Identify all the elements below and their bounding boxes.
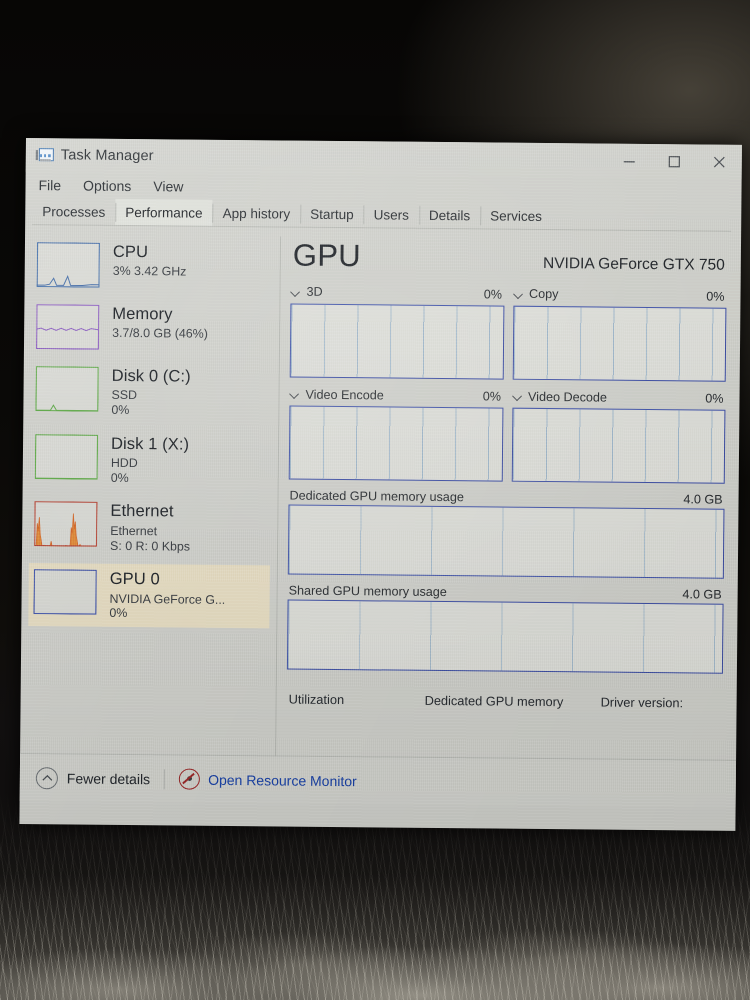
resource-sidebar: CPU 3% 3.42 GHz Memory 3.7/8.0 GB (46%) (20, 225, 273, 755)
chevron-down-icon[interactable] (291, 390, 300, 399)
engine-label-copy[interactable]: Copy 0% (513, 287, 727, 306)
sidebar-item-cpu[interactable]: CPU 3% 3.42 GHz (32, 236, 274, 295)
sidebar-label-ethernet: Ethernet (110, 502, 174, 521)
tab-startup[interactable]: Startup (300, 201, 364, 229)
minimize-button[interactable] (607, 144, 652, 178)
engine-value-video-encode: 0% (482, 389, 502, 404)
sidebar-sub-cpu: 3% 3.42 GHz (112, 264, 187, 280)
engine-graph-3d (289, 303, 504, 380)
engine-label-video-encode[interactable]: Video Encode 0% (289, 379, 503, 406)
tab-services[interactable]: Services (480, 202, 552, 230)
sidebar-label-disk0: Disk 0 (C:) (111, 366, 191, 386)
shield-prohibited-icon: ● (179, 768, 201, 790)
sidebar-sub-disk0: SSD (111, 388, 138, 403)
sidebar-sub-gpu0: NVIDIA GeForce G... (109, 591, 226, 607)
shared-memory-max: 4.0 GB (682, 587, 722, 602)
engine-graph-video-decode (511, 407, 726, 484)
sidebar-label-gpu0: GPU 0 (109, 569, 160, 589)
status-divider (164, 768, 166, 789)
chevron-down-icon[interactable] (514, 289, 523, 298)
engine-graph-grid: 3D 0% Copy 0% Video Encode 0% Video Deco… (288, 285, 727, 484)
memory-sparkline (35, 304, 100, 350)
shared-memory-graph (286, 599, 724, 674)
disk0-sparkline (35, 366, 99, 412)
sidebar-sub-disk1: HDD (110, 456, 138, 471)
disk1-sparkline (34, 433, 99, 480)
stat-label-utilization: Utilization (288, 691, 345, 708)
fewer-details-button[interactable]: Fewer details (35, 766, 151, 790)
shared-memory-label: Shared GPU memory usage (288, 583, 447, 600)
open-resource-monitor-link[interactable]: ● Open Resource Monitor (179, 768, 357, 791)
tab-processes[interactable]: Processes (32, 198, 115, 226)
maximize-button[interactable] (652, 144, 697, 178)
sidebar-item-gpu0[interactable]: GPU 0 NVIDIA GeForce G... 0% (28, 563, 270, 629)
engine-name-3d: 3D (306, 284, 323, 299)
engine-label-3d[interactable]: 3D 0% (290, 285, 504, 304)
menu-item-view[interactable]: View (153, 178, 183, 194)
engine-value-video-decode: 0% (705, 391, 724, 406)
cpu-sparkline (36, 242, 100, 288)
tab-app-history[interactable]: App history (212, 200, 300, 228)
gpu0-sparkline (33, 569, 97, 615)
gpu-model: NVIDIA GeForce GTX 750 (542, 254, 725, 274)
chevron-up-circle-icon (35, 766, 58, 789)
engine-name-video-encode: Video Encode (305, 387, 384, 402)
stat-label-dedicated-gpu-memory: Dedicated GPU memory (424, 692, 564, 710)
menu-item-options[interactable]: Options (83, 178, 131, 194)
menu-item-file[interactable]: File (38, 177, 61, 193)
engine-graph-copy (512, 305, 727, 382)
engine-name-copy: Copy (528, 286, 559, 302)
close-button[interactable] (697, 144, 742, 178)
dedicated-memory-label: Dedicated GPU memory usage (289, 488, 464, 505)
sidebar-sub2-gpu0: 0% (109, 606, 128, 621)
chevron-down-icon[interactable] (291, 287, 300, 296)
engine-value-copy: 0% (706, 289, 725, 304)
sidebar-sub-memory: 3.7/8.0 GB (46%) (112, 326, 208, 342)
open-resource-monitor-label: Open Resource Monitor (208, 771, 357, 789)
sidebar-sub2-disk1: 0% (110, 470, 129, 485)
engine-graph-video-encode (288, 405, 503, 482)
sidebar-sub2-disk0: 0% (111, 402, 130, 418)
sidebar-item-memory[interactable]: Memory 3.7/8.0 GB (46%) (31, 298, 273, 357)
sidebar-item-ethernet[interactable]: Ethernet Ethernet S: 0 R: 0 Kbps (29, 495, 271, 560)
title-bar[interactable]: Task Manager (25, 138, 742, 179)
sidebar-sub2-ethernet: S: 0 R: 0 Kbps (110, 538, 191, 554)
engine-value-3d: 0% (483, 286, 503, 302)
task-manager-window: Task Manager File Options View Processes… (19, 138, 742, 831)
gpu-stats-row: Utilization Dedicated GPU memory Driver … (287, 692, 723, 711)
sidebar-item-disk0[interactable]: Disk 0 (C:) SSD 0% (30, 360, 272, 425)
sidebar-item-disk1[interactable]: Disk 1 (X:) HDD 0% (30, 428, 272, 493)
sidebar-label-cpu: CPU (112, 242, 149, 262)
window-title: Task Manager (60, 147, 154, 165)
page-title: GPU (292, 237, 362, 274)
sidebar-label-disk1: Disk 1 (X:) (110, 434, 190, 454)
stat-label-driver-version: Driver version: (600, 694, 684, 711)
sidebar-sub-ethernet: Ethernet (110, 523, 158, 539)
tab-performance[interactable]: Performance (115, 198, 213, 227)
chevron-down-icon[interactable] (513, 392, 522, 401)
ethernet-sparkline (34, 501, 98, 548)
gpu-header: GPU NVIDIA GeForce GTX 750 (291, 232, 727, 278)
gpu-detail-panel: GPU NVIDIA GeForce GTX 750 3D 0% Copy 0% (268, 227, 741, 759)
status-bar: Fewer details ● Open Resource Monitor (19, 752, 737, 808)
sidebar-label-memory: Memory (112, 304, 173, 324)
task-manager-icon (35, 147, 54, 163)
window-controls (607, 144, 742, 179)
fewer-details-label: Fewer details (66, 769, 151, 787)
dedicated-memory-graph (287, 504, 725, 579)
performance-body: CPU 3% 3.42 GHz Memory 3.7/8.0 GB (46%) (20, 225, 741, 760)
tab-details[interactable]: Details (419, 202, 481, 230)
engine-name-video-decode: Video Decode (527, 389, 607, 405)
engine-label-video-decode[interactable]: Video Decode 0% (512, 381, 726, 408)
dedicated-memory-max: 4.0 GB (683, 492, 723, 507)
tab-users[interactable]: Users (364, 201, 420, 229)
